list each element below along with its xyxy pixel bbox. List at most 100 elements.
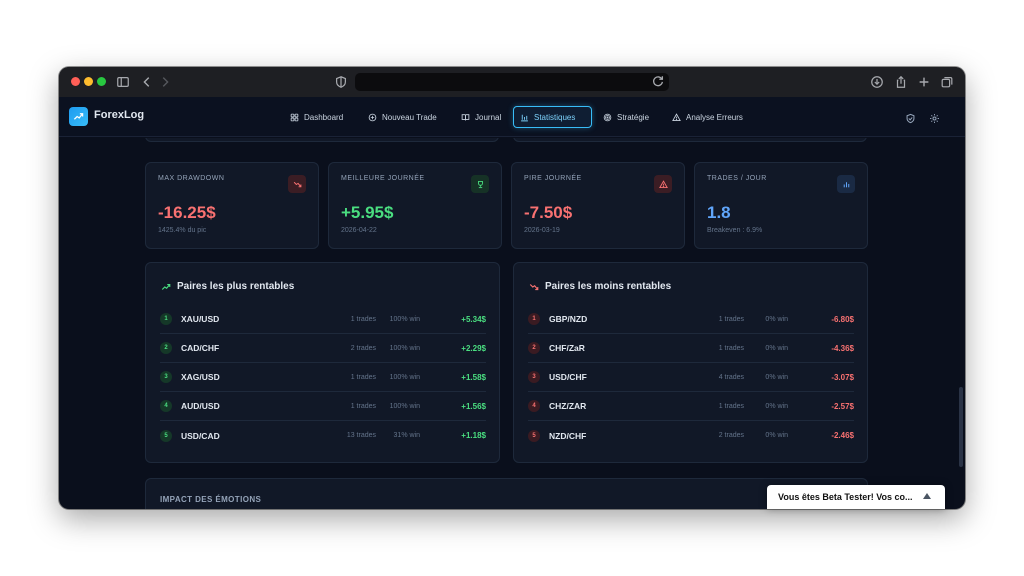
top-card-right [513,138,867,142]
download-icon[interactable] [869,74,885,90]
pair-name: GBP/NZD [549,314,588,324]
rank-badge: 5 [528,429,540,442]
beta-tester-toast[interactable]: Vous êtes Beta Tester! Vos co... [767,485,945,509]
pair-pnl: +2.29$ [461,343,486,353]
pair-pnl: +1.56$ [461,401,486,411]
target-icon [603,113,612,121]
pair-name: NZD/CHF [549,430,587,441]
list-item: 5 USD/CAD 13 trades 31% win +1.18$ [160,421,486,450]
nav-nouveau-trade-label: Nouveau Trade [382,112,437,122]
stat-card-best-day: MEILLEURE JOURNÉE +5.95$ 2026-04-22 [328,162,502,249]
chevron-up-icon[interactable] [923,493,931,499]
trade-count: 13 trades [346,432,376,439]
rank-badge: 1 [528,313,540,325]
maximize-window-button[interactable] [97,77,106,86]
trade-count: 1 trades [718,315,744,323]
worst-pairs-title-label: Paires les moins rentables [545,281,672,292]
tab-overview-icon[interactable] [939,74,955,90]
stat-subtext: 1425.4% du pic [158,227,207,234]
stat-card-trades-per-day: TRADES / JOUR 1.8 Breakeven : 6.9% [694,162,868,249]
bar-chart-icon [521,114,528,121]
nav-statistiques[interactable]: Statistiques [513,106,592,128]
reload-icon[interactable] [651,74,665,88]
plus-circle-icon [368,113,377,121]
best-pairs-title-label: Paires les plus rentables [177,281,295,292]
pair-pnl: -3.07$ [831,372,854,382]
stat-value: 1.8 [707,203,731,222]
stat-label: MEILLEURE JOURNÉE [341,175,425,182]
win-rate: 0% win [765,402,788,410]
rank-badge: 3 [160,371,172,383]
privacy-shield-icon[interactable] [333,74,349,90]
pair-name: XAU/USD [181,314,220,324]
stat-value: +5.95$ [341,203,394,222]
nav-analyse-erreurs-label: Analyse Erreurs [686,112,743,122]
alert-icon [654,175,672,193]
minimize-window-button[interactable] [84,77,93,86]
nav-strategie-label: Stratégie [617,112,650,122]
pair-pnl: +1.18$ [461,431,486,440]
stat-card-worst-day: PIRE JOURNÉE -7.50$ 2026-03-19 [511,162,685,249]
shield-icon[interactable] [905,111,916,124]
trend-down-icon [529,283,539,290]
settings-gear-icon[interactable] [929,111,940,123]
nav-dashboard-label: Dashboard [304,112,344,122]
pair-name: USD/CHF [549,372,587,382]
logo-icon[interactable] [69,107,88,126]
share-icon[interactable] [893,74,909,90]
list-item: 2 CHF/ZaR 1 trades 0% win -4.36$ [528,334,854,363]
nav-analyse-erreurs[interactable]: Analyse Erreurs [666,106,749,128]
list-item: 3 USD/CHF 4 trades 0% win -3.07$ [528,363,854,392]
win-rate: 0% win [765,315,788,323]
rank-badge: 4 [528,400,540,412]
trophy-icon [471,175,489,193]
pair-name: CHZ/ZAR [549,401,587,411]
win-rate: 31% win [393,432,420,439]
scrollbar-thumb[interactable] [959,387,963,467]
rank-badge: 2 [160,342,172,354]
pair-pnl: -6.80$ [831,314,854,324]
app-navbar: ForexLog Dashboard Nouveau Trade Journal… [59,97,965,137]
grid-icon [290,113,299,121]
win-rate: 0% win [765,373,788,381]
stat-subtext: 2026-03-19 [524,227,560,234]
close-window-button[interactable] [71,77,80,86]
stat-label: TRADES / JOUR [707,175,767,182]
address-bar[interactable] [355,73,669,91]
trade-count: 1 trades [718,344,744,352]
win-rate: 100% win [389,373,420,381]
sidebar-toggle-icon[interactable] [115,74,131,90]
forward-icon[interactable] [157,74,173,90]
pair-name: XAG/USD [181,372,220,382]
trade-count: 1 trades [350,315,376,323]
pair-name: CHF/ZaR [549,343,585,353]
win-rate: 100% win [389,315,420,323]
win-rate: 0% win [765,344,788,352]
win-rate: 100% win [389,344,420,352]
nav-journal[interactable]: Journal [455,106,507,128]
new-tab-icon[interactable] [916,74,932,90]
list-item: 1 XAU/USD 1 trades 100% win +5.34$ [160,305,486,334]
trade-count: 4 trades [718,373,744,381]
stat-label: PIRE JOURNÉE [524,175,582,182]
trend-down-icon [288,175,306,193]
pair-pnl: -2.57$ [831,401,854,411]
stat-card-max-drawdown: MAX DRAWDOWN -16.25$ 1425.4% du pic [145,162,319,249]
nav-dashboard[interactable]: Dashboard [284,106,349,128]
app-name[interactable]: ForexLog [94,109,144,121]
nav-statistiques-label: Statistiques [534,112,576,122]
rank-badge: 3 [528,371,540,383]
nav-nouveau-trade[interactable]: Nouveau Trade [362,106,443,128]
stat-subtext: Breakeven : 6.9% [707,227,763,234]
list-item: 5 NZD/CHF 2 trades 0% win -2.46$ [528,421,854,450]
worst-pairs-title: Paires les moins rentables [529,281,671,292]
nav-strategie[interactable]: Stratégie [597,106,655,128]
browser-toolbar [59,67,965,97]
stat-subtext: 2026-04-22 [341,227,377,234]
trade-count: 2 trades [350,344,376,352]
back-icon[interactable] [139,74,155,90]
rank-badge: 5 [160,429,172,442]
pair-name: AUD/USD [181,401,220,411]
trade-count: 1 trades [350,402,376,410]
book-icon [461,113,470,120]
